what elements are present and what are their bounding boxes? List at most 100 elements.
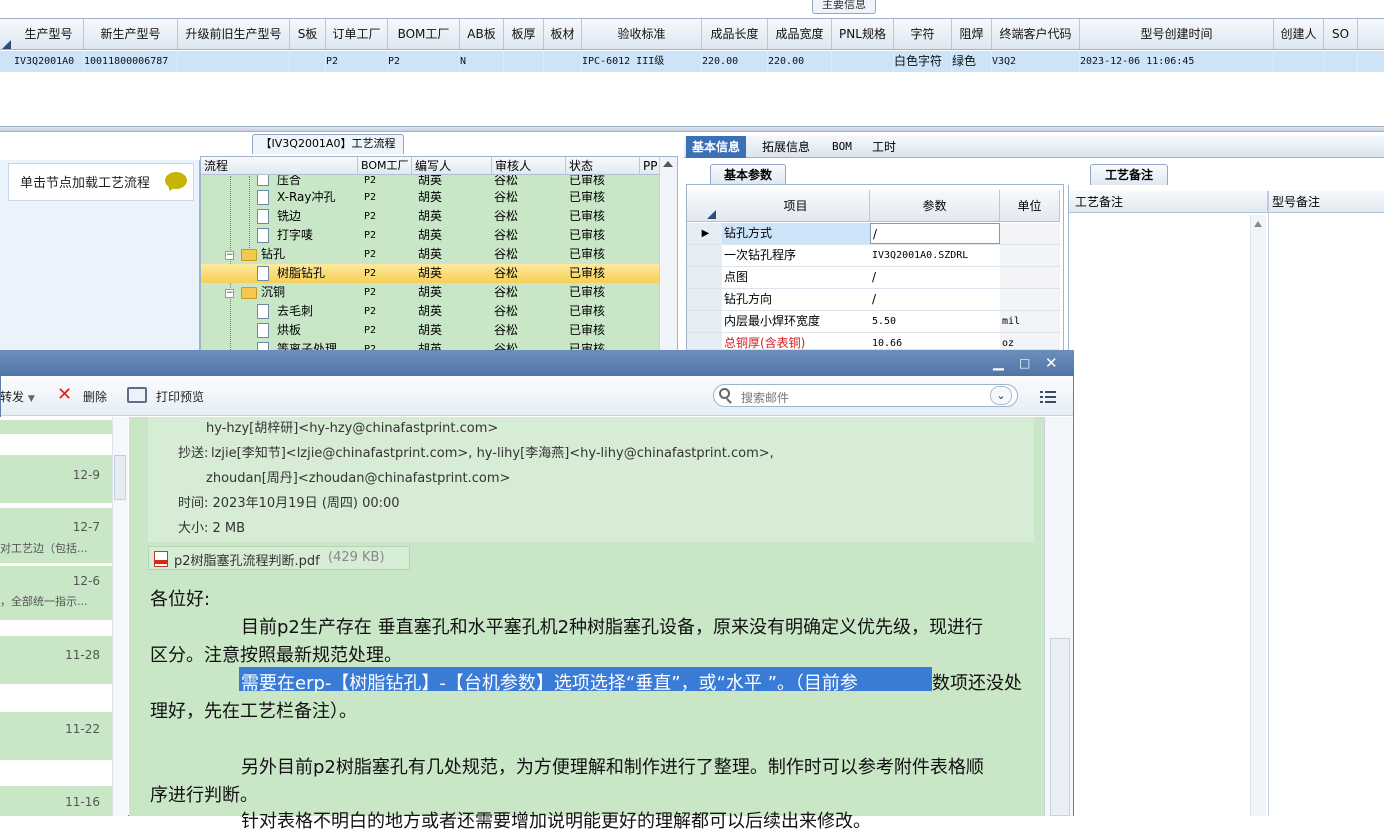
to-line[interactable]: hy-hzy[胡梓研]<hy-hzy@chinafastprint.com> bbox=[206, 417, 498, 436]
param-value[interactable]: 10.66 bbox=[870, 333, 1000, 349]
list-item[interactable]: 11-16 bbox=[0, 786, 112, 816]
param-value[interactable]: / bbox=[870, 267, 1000, 288]
param-value[interactable]: IV3Q2001A0.SZDRL bbox=[870, 245, 1000, 266]
step-status: 已审核 bbox=[569, 190, 606, 204]
mail-date: 12-7 bbox=[72, 520, 100, 534]
tab-bom[interactable]: BOM bbox=[826, 136, 858, 158]
col-header[interactable]: 成品长度 bbox=[702, 19, 768, 49]
param-value[interactable]: / bbox=[870, 289, 1000, 310]
list-item[interactable] bbox=[0, 420, 112, 434]
scroll-thumb[interactable] bbox=[114, 455, 126, 500]
col-header[interactable]: 新生产型号 bbox=[84, 19, 178, 49]
col-header[interactable]: 阻焊 bbox=[952, 19, 992, 49]
col-header[interactable]: 订单工厂 bbox=[326, 19, 388, 49]
list-view-icon[interactable] bbox=[1040, 390, 1056, 404]
params-row[interactable]: 内层最小焊环宽度 5.50 mil bbox=[687, 311, 1060, 333]
col-header[interactable]: 参数 bbox=[870, 190, 1000, 222]
tree-row[interactable]: 打字唛 P2 胡英 谷松 已审核 bbox=[201, 226, 659, 245]
tree-row[interactable]: 烘板 P2 胡英 谷松 已审核 bbox=[201, 321, 659, 340]
col-header[interactable]: AB板 bbox=[460, 19, 504, 49]
list-item[interactable]: 12-9 bbox=[0, 455, 112, 503]
scroll-thumb[interactable] bbox=[1050, 638, 1070, 816]
document-icon bbox=[257, 342, 269, 350]
col-header[interactable]: 型号备注 bbox=[1269, 191, 1384, 213]
step-status: 已审核 bbox=[569, 342, 606, 350]
col-header[interactable]: 状态 bbox=[566, 157, 640, 175]
delete-button[interactable]: 删除 bbox=[83, 388, 107, 405]
list-item[interactable]: 11-22 bbox=[0, 712, 112, 760]
col-header[interactable]: PNL规格 bbox=[832, 19, 894, 49]
process-scrollbar[interactable] bbox=[659, 157, 677, 353]
tree-row[interactable]: 铣边 P2 胡英 谷松 已审核 bbox=[201, 207, 659, 226]
delete-x-icon[interactable]: ✕ bbox=[57, 386, 77, 404]
tree-row-selected[interactable]: 树脂钻孔 P2 胡英 谷松 已审核 bbox=[201, 264, 659, 283]
params-row[interactable]: ▶ 钻孔方式 / bbox=[687, 223, 1060, 245]
col-header[interactable]: BOM工厂 bbox=[358, 157, 412, 175]
tree-row[interactable]: − 钻孔 P2 胡英 谷松 已审核 bbox=[201, 245, 659, 264]
col-header[interactable]: 板材 bbox=[544, 19, 582, 49]
col-header[interactable]: 工艺备注 bbox=[1072, 191, 1268, 213]
col-header[interactable]: 终端客户代码 bbox=[992, 19, 1080, 49]
param-unit bbox=[1000, 245, 1060, 266]
tab-basic-info[interactable]: 基本信息 bbox=[686, 136, 747, 158]
attachment-name[interactable]: p2树脂塞孔流程判断.pdf bbox=[174, 550, 320, 569]
tree-row[interactable]: X-Ray冲孔 P2 胡英 谷松 已审核 bbox=[201, 188, 659, 207]
maximize-icon[interactable]: □ bbox=[1019, 356, 1030, 370]
col-header[interactable]: 创建人 bbox=[1274, 19, 1324, 49]
col-header[interactable]: S板 bbox=[290, 19, 326, 49]
cc-line[interactable]: lzjie[李知节]<lzjie@chinafastprint.com>, hy… bbox=[211, 442, 774, 461]
col-header[interactable]: PP bbox=[640, 157, 661, 175]
col-header[interactable]: 编写人 bbox=[412, 157, 492, 175]
col-header[interactable]: 审核人 bbox=[492, 157, 566, 175]
mail-titlebar[interactable] bbox=[0, 350, 1074, 376]
printer-icon[interactable] bbox=[127, 387, 147, 403]
col-header[interactable]: 板厚 bbox=[504, 19, 544, 49]
process-notes-tab[interactable]: 工艺备注 bbox=[1090, 164, 1168, 185]
row-gutter bbox=[687, 267, 722, 288]
col-header[interactable]: 流程 bbox=[201, 157, 358, 175]
tree-row[interactable]: 等离子处理 P2 胡英 谷松 已审核 bbox=[201, 340, 659, 350]
cell: 2023-12-06 11:06:45 bbox=[1080, 51, 1274, 72]
list-item[interactable]: 11-28 bbox=[0, 636, 112, 684]
params-row[interactable]: 一次钻孔程序 IV3Q2001A0.SZDRL bbox=[687, 245, 1060, 267]
tab-work-hours[interactable]: 工时 bbox=[866, 136, 902, 158]
search-options-dropdown[interactable]: ⌄ bbox=[990, 386, 1012, 405]
print-preview-button[interactable]: 打印预览 bbox=[156, 388, 204, 405]
collapse-toggle-icon[interactable]: − bbox=[225, 251, 234, 260]
splitter[interactable] bbox=[0, 126, 1384, 132]
col-header[interactable]: 型号创建时间 bbox=[1080, 19, 1274, 49]
col-header[interactable]: 升级前旧生产型号 bbox=[178, 19, 290, 49]
selected-text[interactable]: 需要在erp-【树脂钻孔】-【台机参数】选项选择“垂直”，或“水平 ”。（目前参 bbox=[241, 669, 858, 695]
scroll-up-arrow-icon[interactable] bbox=[663, 161, 673, 167]
params-row[interactable]: 点图 / bbox=[687, 267, 1060, 289]
list-item[interactable]: 12-6 ，全部统一指示... bbox=[0, 566, 112, 620]
col-header[interactable]: 字符 bbox=[894, 19, 952, 49]
col-header[interactable]: 成品宽度 bbox=[768, 19, 832, 49]
params-row[interactable]: 钻孔方向 / bbox=[687, 289, 1060, 311]
param-value[interactable]: 5.50 bbox=[870, 311, 1000, 332]
main-info-tab[interactable]: 主要信息 bbox=[812, 0, 876, 14]
col-header[interactable]: 验收标准 bbox=[582, 19, 702, 49]
collapse-toggle-icon[interactable]: − bbox=[225, 289, 234, 298]
col-header[interactable]: SO bbox=[1324, 19, 1358, 49]
param-value-input[interactable]: / bbox=[870, 223, 1000, 244]
col-header[interactable]: BOM工厂 bbox=[388, 19, 460, 49]
col-header[interactable]: 项目 bbox=[722, 190, 870, 222]
minimize-icon[interactable]: ▁ bbox=[993, 356, 1004, 370]
close-icon[interactable]: ✕ bbox=[1045, 356, 1058, 371]
forward-button[interactable]: 转发 ▼ bbox=[0, 388, 35, 405]
col-header[interactable]: 生产型号 bbox=[14, 19, 84, 49]
basic-params-tab[interactable]: 基本参数 bbox=[710, 164, 786, 184]
tab-extended-info[interactable]: 拓展信息 bbox=[756, 136, 816, 158]
col-header[interactable]: 单位 bbox=[1000, 190, 1060, 222]
notes-scrollbar[interactable] bbox=[1250, 215, 1266, 816]
scroll-up-arrow-icon[interactable] bbox=[1254, 221, 1262, 227]
step-writer: 胡英 bbox=[418, 175, 443, 187]
table-row[interactable]: IV3Q2001A0 10011800006787 P2 P2 N IPC-60… bbox=[0, 51, 1384, 72]
tree-row[interactable]: 去毛刺 P2 胡英 谷松 已审核 bbox=[201, 302, 659, 321]
params-row[interactable]: 总铜厚(含表铜) 10.66 oz bbox=[687, 333, 1060, 350]
list-item[interactable]: 12-7 对工艺边（包括... bbox=[0, 508, 112, 563]
tree-row[interactable]: 压合 P2 胡英 谷松 已审核 bbox=[201, 175, 659, 187]
tree-row[interactable]: − 沉铜 P2 胡英 谷松 已审核 bbox=[201, 283, 659, 302]
cc-line-2[interactable]: zhoudan[周丹]<zhoudan@chinafastprint.com> bbox=[206, 467, 510, 486]
